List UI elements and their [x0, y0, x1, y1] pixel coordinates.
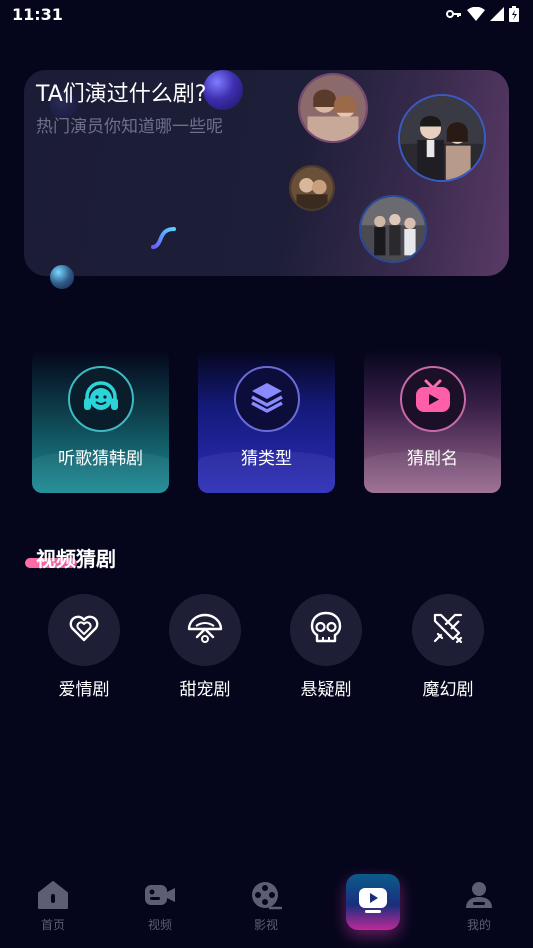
genre-label: 魔幻剧 — [422, 680, 474, 700]
status-time: 11:31 — [12, 4, 63, 24]
genre-label: 爱情剧 — [58, 680, 110, 700]
actor-photo-1[interactable] — [298, 73, 368, 143]
decorative-orb — [50, 265, 74, 289]
nav-item-profile[interactable]: 我的 — [439, 868, 519, 948]
nav-play-active-box — [346, 874, 400, 930]
actor-photo-3[interactable] — [289, 165, 335, 211]
home-icon — [37, 868, 69, 914]
card-wave-decoration — [198, 451, 335, 493]
genre-mystery[interactable]: 悬疑剧 — [290, 594, 362, 700]
fan-icon — [186, 611, 224, 649]
genre-icon-circle — [412, 594, 484, 666]
genre-label: 甜宠剧 — [179, 680, 231, 700]
card-guess-title[interactable]: 猜剧名 — [364, 350, 501, 493]
video-camera-icon — [143, 868, 177, 914]
nav-label: 影视 — [253, 918, 278, 932]
genre-icon-circle — [169, 594, 241, 666]
battery-icon — [509, 6, 519, 22]
wifi-icon — [467, 7, 485, 21]
section-title: 视频猜剧 — [36, 547, 116, 571]
nav-label: 首页 — [40, 918, 65, 932]
key-icon — [446, 8, 462, 20]
nav-label: 我的 — [466, 918, 491, 932]
nav-label: 视频 — [147, 918, 172, 932]
headphones-icon — [81, 377, 121, 421]
card-guess-genre[interactable]: 猜类型 — [198, 350, 335, 493]
actor-photo-4[interactable] — [359, 195, 427, 263]
film-reel-icon — [250, 868, 283, 914]
genre-sweet[interactable]: 甜宠剧 — [169, 594, 241, 700]
banner-title: TA们演过什么剧? — [36, 82, 207, 107]
swirl-decoration — [150, 226, 178, 254]
nav-item-play[interactable] — [333, 868, 413, 948]
user-icon — [463, 868, 495, 914]
tv-icon — [413, 377, 453, 421]
layers-icon — [248, 378, 286, 420]
genre-label: 悬疑剧 — [300, 680, 352, 700]
card-icon-ring — [67, 366, 134, 432]
skull-icon — [309, 610, 343, 650]
nav-item-video[interactable]: 视频 — [120, 868, 200, 948]
genre-fantasy[interactable]: 魔幻剧 — [412, 594, 484, 700]
nav-item-movie[interactable]: 影视 — [226, 868, 306, 948]
actor-photo-2[interactable] — [398, 94, 486, 182]
status-icons — [446, 6, 519, 22]
card-guess-by-song[interactable]: 听歌猜韩剧 — [32, 350, 169, 493]
banner-subtitle: 热门演员你知道哪一些呢 — [36, 117, 223, 137]
genre-icon-circle — [290, 594, 362, 666]
genre-romance[interactable]: 爱情剧 — [48, 594, 120, 700]
play-icon — [357, 885, 389, 919]
card-icon-ring — [399, 366, 466, 432]
card-wave-decoration — [32, 451, 169, 493]
card-icon-ring — [233, 366, 300, 432]
decorative-orb — [203, 70, 243, 110]
signal-icon — [490, 7, 504, 21]
status-bar: 11:31 — [0, 0, 533, 28]
genre-icon-circle — [48, 594, 120, 666]
nav-item-home[interactable]: 首页 — [13, 868, 93, 948]
card-wave-decoration — [364, 451, 501, 493]
heart-icon — [67, 611, 101, 649]
bottom-nav: 首页 视频 影视 我的 — [0, 868, 533, 948]
crossed-swords-icon — [431, 611, 465, 649]
